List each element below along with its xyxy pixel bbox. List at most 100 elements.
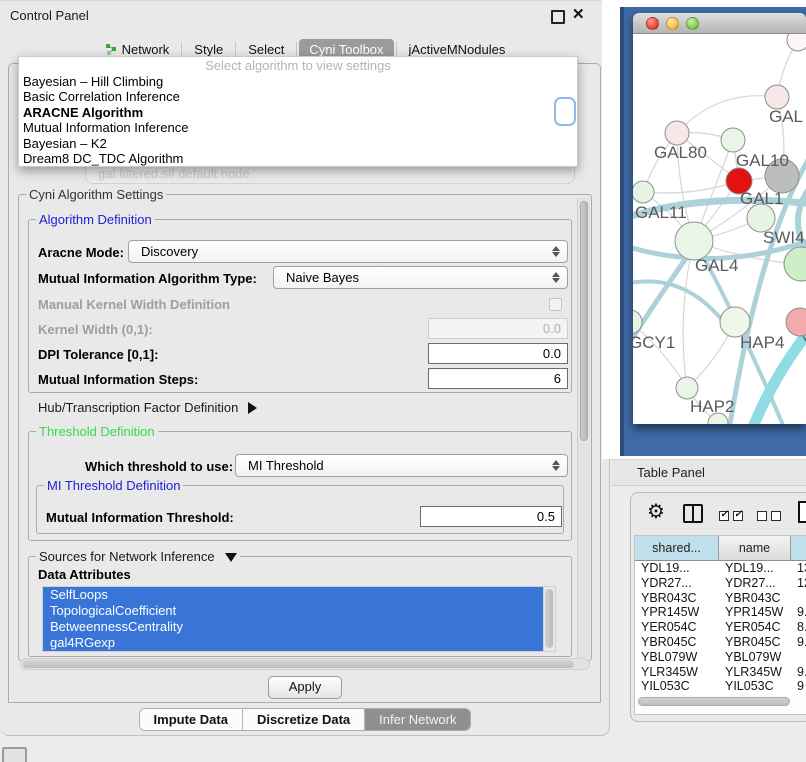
close-traffic-light[interactable] <box>646 17 659 30</box>
close-icon[interactable]: ✕ <box>572 5 585 23</box>
attribute-selfloops[interactable]: SelfLoops <box>43 587 543 603</box>
kernel-width-field[interactable]: 0.0 <box>428 318 568 339</box>
network-node[interactable] <box>787 34 806 51</box>
dropdown-prompt: Select algorithm to view settings <box>19 58 577 73</box>
table-header: shared...name <box>635 536 806 561</box>
network-node-gal[interactable] <box>765 85 789 109</box>
attribute-topologicalcoefficient[interactable]: TopologicalCoefficient <box>43 603 543 619</box>
table-row[interactable]: YER054CYER054C8. <box>635 620 806 635</box>
which-threshold-label: Which threshold to use: <box>85 459 233 474</box>
table-row[interactable]: YPR145WYPR145W9. <box>635 605 806 620</box>
network-node-y[interactable] <box>786 308 806 336</box>
cell <box>791 591 806 606</box>
combo-arrows-icon <box>552 271 561 284</box>
export-table-icon[interactable] <box>798 501 806 523</box>
node-label-gal1: GAL1 <box>740 189 783 208</box>
network-canvas[interactable]: GALGAL80GAL10GAL1GAL11SWI4GAL4GCY1HAP4YH… <box>633 34 806 424</box>
node-label-gal11: GAL11 <box>635 203 687 222</box>
network-node-gal4[interactable] <box>675 222 713 260</box>
column-header-name[interactable]: name <box>719 536 791 561</box>
algorithm-option-basic-correlation-inference[interactable]: Basic Correlation Inference <box>23 89 573 104</box>
node-label-gal10: GAL10 <box>736 151 789 170</box>
apply-button[interactable]: Apply <box>268 676 342 699</box>
sources-toggle[interactable]: Sources for Network Inference <box>36 549 240 564</box>
table-row[interactable]: YBR045CYBR045C9. <box>635 635 806 650</box>
combo-focus-fragment[interactable] <box>554 97 576 126</box>
settings-vscrollbar[interactable] <box>577 197 590 659</box>
algorithm-option-bayesian-hill-climbing[interactable]: Bayesian – Hill Climbing <box>23 74 573 89</box>
bottom-tab-infer-network[interactable]: Infer Network <box>364 709 470 730</box>
table-row[interactable]: YDR27...YDR27...12 <box>635 576 806 591</box>
column-header-shared[interactable]: shared... <box>635 536 719 561</box>
mi-type-value: Naive Bayes <box>286 270 359 285</box>
table-row[interactable]: YLR345WYLR345W9. <box>635 665 806 680</box>
table-hscrollbar[interactable] <box>637 696 805 707</box>
table-panel-title: Table Panel <box>637 465 705 480</box>
cell: YBR043C <box>635 591 719 606</box>
attribute-list: SelfLoopsTopologicalCoefficientBetweenne… <box>42 586 556 652</box>
group-title: MI Threshold Definition <box>44 478 183 493</box>
tab-separator <box>296 42 297 56</box>
node-label-hap4: HAP4 <box>740 333 784 352</box>
column-header-col-3[interactable] <box>791 536 806 561</box>
aracne-mode-select[interactable]: Discovery <box>128 240 568 263</box>
table-body: YDL19...YDL19...13YDR27...YDR27...12YBR0… <box>635 561 806 694</box>
table-panel: ⚙ shared...name YDL19...YDL19...13YDR27.… <box>630 492 806 722</box>
deselect-columns-icon[interactable] <box>757 508 785 526</box>
network-node-hap2[interactable] <box>676 377 698 399</box>
panel-title: Control Panel <box>10 8 89 23</box>
network-window-titlebar[interactable] <box>633 13 806 34</box>
network-node[interactable] <box>784 247 806 281</box>
kernel-width-label: Kernel Width (0,1): <box>38 322 153 337</box>
cell: YLR345W <box>719 665 791 680</box>
which-threshold-select[interactable]: MI Threshold <box>235 454 568 477</box>
aracne-mode-value: Discovery <box>141 244 198 259</box>
cell: 9. <box>791 635 806 650</box>
network-node-gal80[interactable] <box>665 121 689 145</box>
algorithm-option-aracne-algorithm[interactable]: ARACNE Algorithm <box>23 105 573 120</box>
cell: YBR045C <box>719 635 791 650</box>
dpi-tolerance-field[interactable]: 0.0 <box>428 343 568 364</box>
algorithm-option-dream8-dc-tdc-algorithm[interactable]: Dream8 DC_TDC Algorithm <box>23 151 573 166</box>
attribute-betweennesscentrality[interactable]: BetweennessCentrality <box>43 619 543 635</box>
network-edge <box>643 181 739 193</box>
bottom-tab-impute-data[interactable]: Impute Data <box>140 709 242 730</box>
collapsed-arrow-icon <box>248 402 257 414</box>
tab-label: Cyni Toolbox <box>309 42 383 57</box>
screen: Control Panel ✕ NetworkStyleSelectCyni T… <box>0 0 806 762</box>
select-all-columns-icon[interactable] <box>719 508 747 526</box>
table-panel-titlebar: Table Panel <box>612 459 806 486</box>
float-window-icon[interactable] <box>551 10 565 24</box>
network-node-gal10[interactable] <box>721 128 745 152</box>
hub-section-toggle[interactable]: Hub/Transcription Factor Definition <box>38 400 257 415</box>
attribute-gal4rgexp[interactable]: gal4RGexp <box>43 635 543 651</box>
table-row[interactable]: YIL053CYIL053C9 <box>635 679 806 694</box>
attribute-items: SelfLoopsTopologicalCoefficientBetweenne… <box>43 587 555 651</box>
attribute-list-scrollbar[interactable] <box>543 587 555 651</box>
algorithm-option-bayesian-k2[interactable]: Bayesian – K2 <box>23 136 573 151</box>
algorithm-option-mutual-information-inference[interactable]: Mutual Information Inference <box>23 120 573 135</box>
dpi-tolerance-label: DPI Tolerance [0,1]: <box>38 347 158 362</box>
manual-kernel-checkbox[interactable] <box>549 298 562 311</box>
network-node-gal11[interactable] <box>633 181 654 203</box>
column-layout-icon[interactable] <box>683 504 703 523</box>
cell: YBR043C <box>719 591 791 606</box>
network-edge <box>677 96 777 133</box>
aracne-mode-label: Aracne Mode: <box>38 245 124 260</box>
settings-hscrollbar[interactable] <box>20 658 590 670</box>
table-row[interactable]: YDL19...YDL19...13 <box>635 561 806 576</box>
mi-threshold-field[interactable]: 0.5 <box>420 506 562 527</box>
collapse-panel-button[interactable] <box>2 747 27 762</box>
settings-gear-icon[interactable]: ⚙ <box>647 502 665 522</box>
table-row[interactable]: YBR043CYBR043C <box>635 591 806 606</box>
minimize-traffic-light[interactable] <box>666 17 679 30</box>
node-label-gal80: GAL80 <box>654 143 707 162</box>
mi-type-select[interactable]: Naive Bayes <box>273 266 568 289</box>
combo-arrows-icon <box>552 245 561 258</box>
zoom-traffic-light[interactable] <box>686 17 699 30</box>
cell: 9. <box>791 605 806 620</box>
table-row[interactable]: YBL079WYBL079W <box>635 650 806 665</box>
bottom-tab-discretize-data[interactable]: Discretize Data <box>242 709 364 730</box>
cell: 8. <box>791 620 806 635</box>
mi-steps-field[interactable]: 6 <box>428 368 568 389</box>
